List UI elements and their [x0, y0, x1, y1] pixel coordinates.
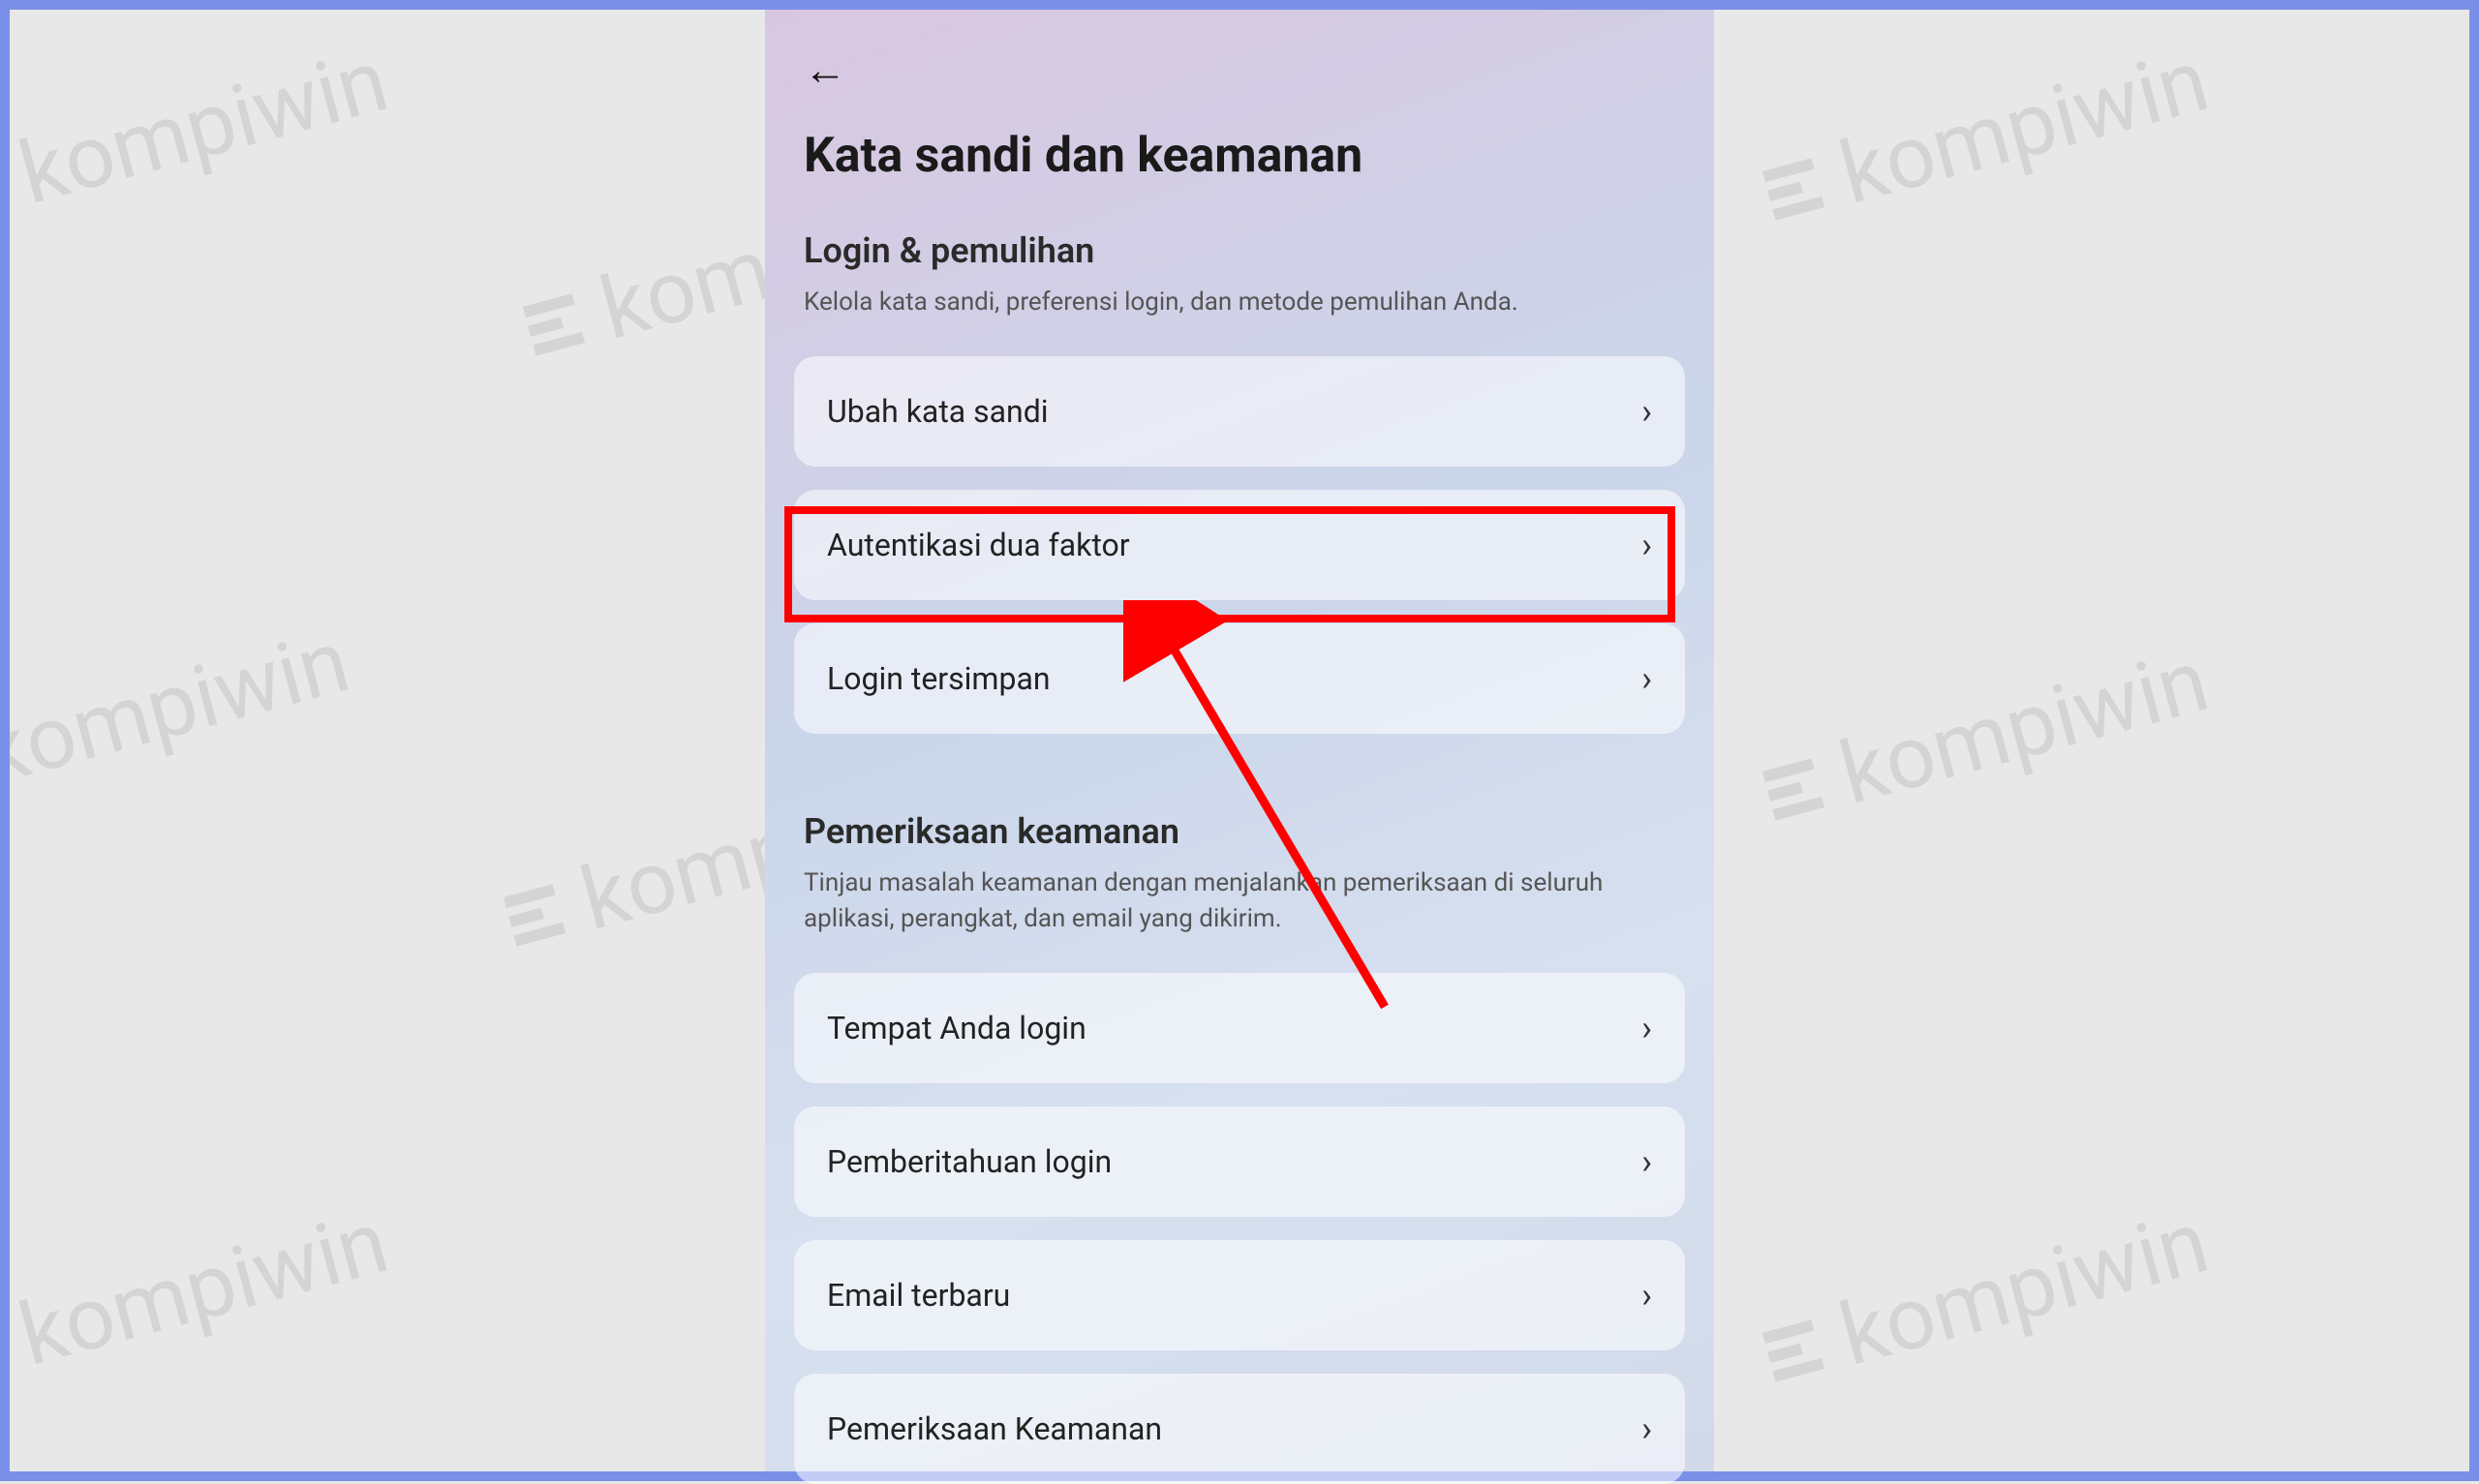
- item-label: Login tersimpan: [827, 660, 1051, 697]
- item-security-checkup[interactable]: Pemeriksaan Keamanan ›: [794, 1374, 1685, 1484]
- item-label: Email terbaru: [827, 1277, 1010, 1314]
- item-saved-login[interactable]: Login tersimpan ›: [794, 623, 1685, 734]
- item-two-factor-auth[interactable]: Autentikasi dua faktor ›: [794, 490, 1685, 600]
- item-label: Tempat Anda login: [827, 1010, 1086, 1046]
- item-login-alerts[interactable]: Pemberitahuan login ›: [794, 1106, 1685, 1217]
- back-arrow-icon[interactable]: ←: [804, 48, 846, 91]
- item-label: Autentikasi dua faktor: [827, 527, 1130, 563]
- chevron-right-icon: ›: [1641, 1411, 1652, 1446]
- outer-frame: kompiwin kompiwin kompiwin kompiwin komp…: [0, 0, 2479, 1481]
- section-desc-security-check: Tinjau masalah keamanan dengan menjalank…: [794, 865, 1685, 973]
- phone-screen: ← Kata sandi dan keamanan Login & pemuli…: [765, 10, 1714, 1471]
- page-title: Kata sandi dan keamanan: [794, 118, 1685, 223]
- chevron-right-icon: ›: [1641, 1011, 1652, 1045]
- chevron-right-icon: ›: [1641, 528, 1652, 562]
- item-label: Ubah kata sandi: [827, 393, 1049, 430]
- item-change-password[interactable]: Ubah kata sandi ›: [794, 356, 1685, 467]
- chevron-right-icon: ›: [1641, 661, 1652, 696]
- section-title-security-check: Pemeriksaan keamanan: [794, 803, 1685, 865]
- item-label: Pemberitahuan login: [827, 1143, 1112, 1180]
- section-title-login-recovery: Login & pemulihan: [794, 223, 1685, 285]
- section-desc-login-recovery: Kelola kata sandi, preferensi login, dan…: [794, 285, 1685, 356]
- item-where-logged-in[interactable]: Tempat Anda login ›: [794, 973, 1685, 1083]
- item-recent-emails[interactable]: Email terbaru ›: [794, 1240, 1685, 1350]
- item-label: Pemeriksaan Keamanan: [827, 1410, 1162, 1447]
- chevron-right-icon: ›: [1641, 394, 1652, 429]
- chevron-right-icon: ›: [1641, 1278, 1652, 1313]
- chevron-right-icon: ›: [1641, 1144, 1652, 1179]
